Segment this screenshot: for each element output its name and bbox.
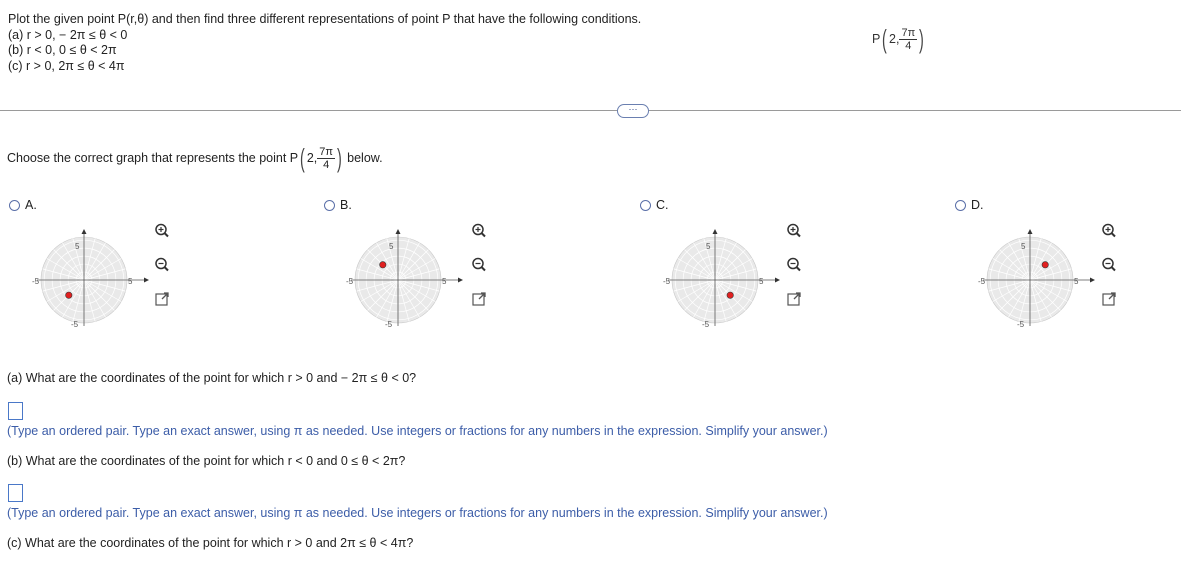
tick-label: -5 <box>702 320 710 329</box>
choose-prompt: Choose the correct graph that represents… <box>7 143 383 173</box>
answer-input-a[interactable] <box>8 402 23 420</box>
hint-a: (Type an ordered pair. Type an exact ans… <box>7 424 828 438</box>
polar-graph-d: -5 5 5 -5 <box>978 214 1118 340</box>
zoom-in-icon[interactable] <box>470 222 488 240</box>
tick-label: -5 <box>978 277 986 286</box>
zoom-out-icon[interactable] <box>153 256 171 274</box>
polar-plot: -5 5 5 -5 <box>978 229 1095 329</box>
theta-denominator: 4 <box>323 159 330 171</box>
point-r: 2, <box>889 31 900 46</box>
option-label: B. <box>340 198 352 212</box>
tick-label: 5 <box>759 277 764 286</box>
option-label: A. <box>25 198 37 212</box>
expand-icon[interactable] <box>1100 290 1118 308</box>
polar-graph-c: -5 5 5 -5 <box>663 214 803 340</box>
theta-denominator: 4 <box>905 40 912 52</box>
polar-plot: -5 5 5 -5 <box>663 229 780 329</box>
tick-label: -5 <box>1017 320 1025 329</box>
zoom-in-icon[interactable] <box>785 222 803 240</box>
theta-numerator: 7π <box>899 27 918 40</box>
plotted-point <box>1041 261 1049 269</box>
option-label: C. <box>656 198 669 212</box>
radio-button[interactable] <box>955 200 966 212</box>
choose-suffix: below. <box>347 150 383 165</box>
option-d[interactable]: D. <box>955 198 984 212</box>
condition-c: (c) r > 0, 2π ≤ θ < 4π <box>8 58 125 73</box>
expand-icon[interactable] <box>470 290 488 308</box>
point-theta: 7π 4 <box>899 27 918 52</box>
tick-label: 5 <box>1021 242 1026 251</box>
question-c: (c) What are the coordinates of the poin… <box>7 536 414 550</box>
zoom-out-icon[interactable] <box>785 256 803 274</box>
point-r: 2, <box>306 150 318 165</box>
more-button[interactable]: ⋯ <box>617 104 649 118</box>
option-c[interactable]: C. <box>640 198 669 212</box>
option-label: D. <box>971 198 984 212</box>
hint-b: (Type an ordered pair. Type an exact ans… <box>7 506 828 520</box>
tick-label: 5 <box>1074 277 1079 286</box>
zoom-out-icon[interactable] <box>1100 256 1118 274</box>
radio-button[interactable] <box>324 200 335 212</box>
tick-label: 5 <box>442 277 447 286</box>
tick-label: -5 <box>71 320 79 329</box>
tick-label: -5 <box>32 277 40 286</box>
problem-line: Plot the given point P(r,θ) and then fin… <box>8 12 642 26</box>
problem-statement: Plot the given point P(r,θ) and then fin… <box>8 12 641 74</box>
question-b: (b) What are the coordinates of the poin… <box>7 454 406 468</box>
radio-button[interactable] <box>640 200 651 212</box>
theta-numerator: 7π <box>317 146 335 159</box>
condition-a: (a) r > 0, − 2π ≤ θ < 0 <box>8 27 128 42</box>
expand-icon[interactable] <box>785 290 803 308</box>
tick-label: 5 <box>128 277 133 286</box>
expand-icon[interactable] <box>153 290 171 308</box>
point-theta: 7π 4 <box>317 146 335 171</box>
tick-label: -5 <box>385 320 393 329</box>
tick-label: -5 <box>663 277 671 286</box>
polar-graph-b: -5 5 5 -5 <box>346 214 486 340</box>
question-a: (a) What are the coordinates of the poin… <box>7 371 417 385</box>
polar-plot: -5 5 5 -5 <box>346 229 463 329</box>
zoom-out-icon[interactable] <box>470 256 488 274</box>
given-point: P(2, 7π 4) <box>872 24 924 54</box>
tick-label: 5 <box>389 242 394 251</box>
radio-button[interactable] <box>9 200 20 212</box>
plotted-point <box>65 291 73 299</box>
choose-prefix: Choose the correct graph that represents… <box>7 150 299 165</box>
condition-b: (b) r < 0, 0 ≤ θ < 2π <box>8 43 117 57</box>
tick-label: -5 <box>346 277 354 286</box>
zoom-in-icon[interactable] <box>153 222 171 240</box>
plotted-point <box>379 261 387 269</box>
plotted-point <box>726 291 734 299</box>
polar-plot: -5 5 5 -5 <box>32 229 149 329</box>
tick-label: 5 <box>706 242 711 251</box>
polar-graph-a: -5 5 5 -5 <box>32 214 172 340</box>
option-a[interactable]: A. <box>9 198 37 212</box>
point-label: P <box>872 31 881 46</box>
divider <box>0 110 1181 111</box>
zoom-in-icon[interactable] <box>1100 222 1118 240</box>
answer-input-b[interactable] <box>8 484 23 502</box>
option-b[interactable]: B. <box>324 198 352 212</box>
tick-label: 5 <box>75 242 80 251</box>
